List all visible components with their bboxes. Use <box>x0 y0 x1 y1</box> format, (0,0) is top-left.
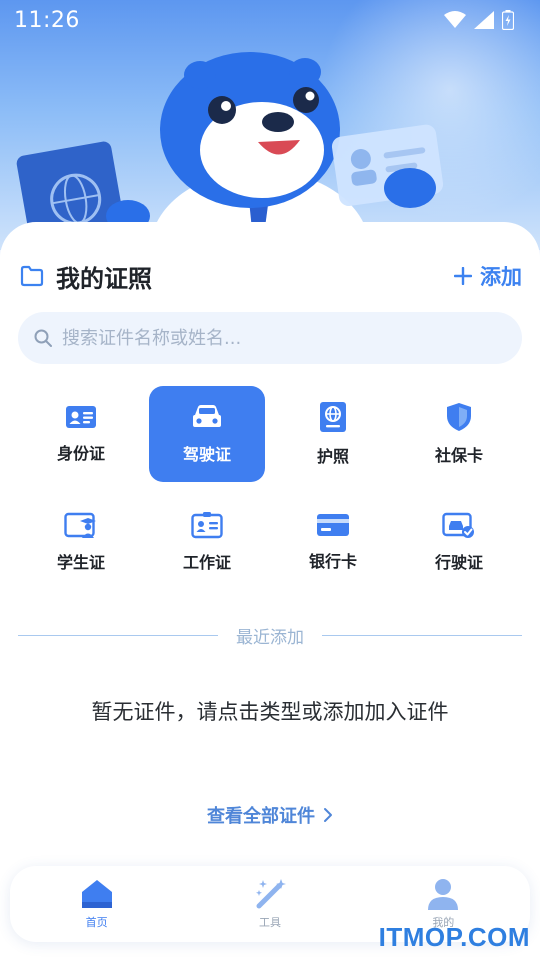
tab-label: 工具 <box>258 916 281 929</box>
passport-icon <box>320 402 346 432</box>
divider-line-left <box>18 634 218 636</box>
status-bar: 11:26 <box>0 0 540 40</box>
category-id-card[interactable]: 身份证 <box>18 386 144 482</box>
signal-icon <box>474 11 494 29</box>
empty-state-text: 暂无证件，请点击类型或添加加入证件 <box>91 700 449 724</box>
category-label: 工作证 <box>182 553 231 572</box>
folder-icon <box>20 265 44 287</box>
recent-divider-label: 最近添加 <box>236 627 304 648</box>
tab-tools[interactable]: 工具 <box>220 878 320 930</box>
recent-divider: 最近添加 <box>18 622 522 648</box>
category-label: 护照 <box>316 447 349 466</box>
section-header: 我的证照 添加 <box>20 258 522 294</box>
category-label: 社保卡 <box>434 446 483 465</box>
tab-home[interactable]: 首页 <box>47 878 147 930</box>
magic-wand-icon <box>255 879 286 909</box>
car-icon <box>193 405 221 427</box>
divider-line-right <box>322 634 522 636</box>
category-work-badge[interactable]: 工作证 <box>144 494 270 590</box>
category-bank-card[interactable]: 银行卡 <box>270 494 396 590</box>
category-social-security-card[interactable]: 社保卡 <box>396 386 522 482</box>
category-label: 行驶证 <box>434 553 483 572</box>
view-all-label: 查看全部证件 <box>207 806 315 827</box>
view-all-link[interactable]: 查看全部证件 <box>0 802 540 828</box>
category-vehicle-license[interactable]: 行驶证 <box>396 494 522 590</box>
search-bar[interactable] <box>18 312 522 364</box>
category-label: 身份证 <box>56 444 105 463</box>
category-grid: 身份证 驾驶证 护照 社保卡 学生证 工作证 银行卡 行驶证 <box>18 386 522 590</box>
category-student-card[interactable]: 学生证 <box>18 494 144 590</box>
category-label: 银行卡 <box>308 552 357 571</box>
status-icons <box>444 10 514 30</box>
site-watermark: ITMOP.COM <box>378 922 530 952</box>
user-icon <box>428 879 459 910</box>
id-card-icon <box>66 406 96 428</box>
category-label: 驾驶证 <box>182 445 231 464</box>
bank-card-icon <box>317 514 349 536</box>
tab-label: 首页 <box>85 916 108 929</box>
work-badge-icon <box>191 512 223 539</box>
section-title-wrap: 我的证照 <box>20 259 152 294</box>
shield-icon <box>447 403 471 431</box>
category-passport[interactable]: 护照 <box>270 386 396 482</box>
student-card-icon <box>64 512 96 538</box>
vehicle-license-icon <box>442 512 474 538</box>
category-driver-license[interactable]: 驾驶证 <box>149 386 265 482</box>
hero-banner: 11:26 <box>0 0 540 250</box>
category-label: 学生证 <box>56 553 105 572</box>
plus-icon <box>454 267 472 285</box>
chevron-right-icon <box>324 808 332 822</box>
battery-icon <box>502 10 514 30</box>
status-time: 11:26 <box>14 7 80 33</box>
add-button-label: 添加 <box>480 265 522 289</box>
section-title: 我的证照 <box>56 264 152 293</box>
wifi-icon <box>444 11 466 28</box>
search-input[interactable] <box>62 327 482 349</box>
home-icon <box>81 880 112 908</box>
search-icon <box>34 329 52 347</box>
add-button[interactable]: 添加 <box>454 261 522 291</box>
